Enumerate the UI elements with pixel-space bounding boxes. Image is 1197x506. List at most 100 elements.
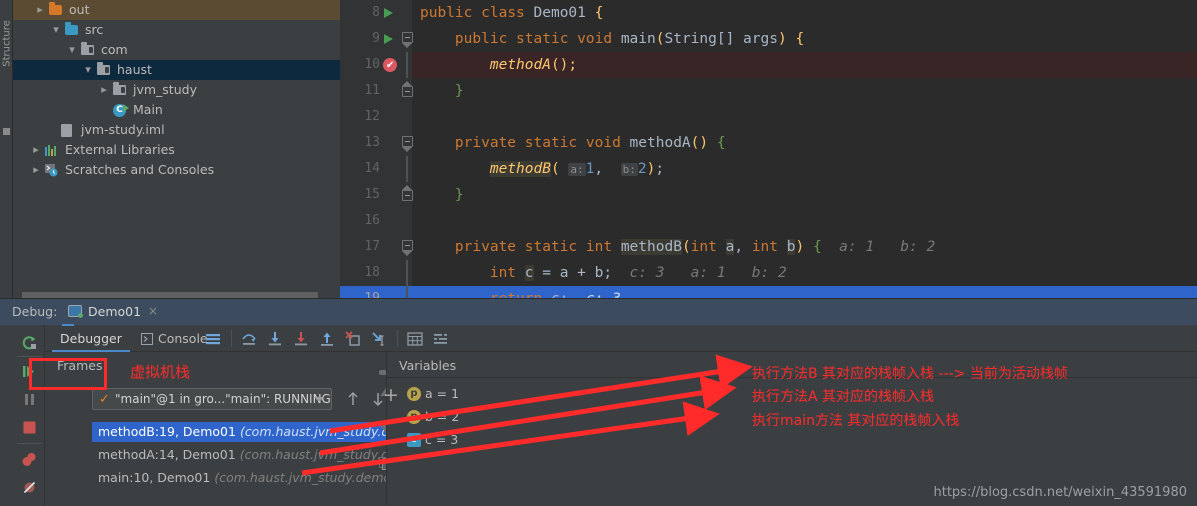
debug-left-toolbar[interactable] <box>13 325 45 506</box>
code-line-18[interactable]: int c = a + b; c: 3 a: 1 b: 2 <box>412 260 1197 286</box>
project-tree[interactable]: out src com haust jvm_study C Main <box>13 0 340 298</box>
variable-row-c[interactable]: c c = 3 <box>407 430 458 450</box>
code-line-17[interactable]: private static int methodB(int a, int b)… <box>412 234 1197 260</box>
chevron-right-icon[interactable] <box>99 80 109 100</box>
tree-item-src[interactable]: src <box>13 20 340 40</box>
run-gutter-icon[interactable] <box>384 8 393 18</box>
stop-icon[interactable] <box>21 419 38 436</box>
chevron-right-icon[interactable] <box>31 160 41 180</box>
frame-row-main[interactable]: main:10, Demo01 (com.haust.jvm_study.dem… <box>92 468 396 488</box>
fold-bar <box>406 260 408 286</box>
step-into-icon[interactable] <box>267 331 283 347</box>
frames-up-button[interactable] <box>345 390 361 408</box>
code-line-12[interactable] <box>412 104 1197 130</box>
thread-selector[interactable]: ✓ "main"@1 in gro..."main": RUNNING <box>92 388 332 410</box>
line-number: 16 <box>364 213 380 228</box>
debug-session-tab[interactable]: Demo01 × <box>62 299 158 326</box>
variable-row-b[interactable]: p b = 2 <box>407 407 459 427</box>
debug-panel[interactable]: Debug: Demo01 × Debugger Console Frames … <box>0 298 1197 506</box>
frame-row-methodA[interactable]: methodA:14, Demo01 (com.haust.jvm_study.… <box>92 445 421 465</box>
force-step-into-icon[interactable] <box>293 331 309 347</box>
pause-program-icon[interactable] <box>21 391 38 408</box>
frame-package: (com.haust.jvm_study.demo) <box>214 470 397 485</box>
line-number: 9 <box>372 31 380 46</box>
gutter-line: 11 <box>340 78 413 104</box>
line-number: 17 <box>364 239 380 254</box>
chevron-down-icon[interactable] <box>83 60 93 80</box>
structure-tool-label[interactable]: Structure <box>2 19 13 69</box>
line-number: 15 <box>364 187 380 202</box>
rerun-icon[interactable] <box>21 334 38 351</box>
evaluate-expression-icon[interactable] <box>407 331 423 347</box>
keyword: static <box>516 31 569 47</box>
chevron-right-icon[interactable] <box>31 140 41 160</box>
frames-pane[interactable]: Frames ✓ "main"@1 in gro..."main": RUNNI… <box>45 352 422 506</box>
tree-label: src <box>85 22 104 37</box>
divider <box>17 356 42 357</box>
frame-label: methodA:14, Demo01 <box>98 447 240 462</box>
chevron-down-icon[interactable] <box>67 40 77 60</box>
code-line-11[interactable]: } <box>412 78 1197 104</box>
keyword: public <box>454 31 508 47</box>
frame-row-methodB[interactable]: methodB:19, Demo01 (com.haust.jvm_study.… <box>92 422 422 442</box>
tree-item-com[interactable]: com <box>13 40 340 60</box>
line-number: 13 <box>364 135 380 150</box>
scratches-icon <box>45 164 58 177</box>
watermark: https://blog.csdn.net/weixin_43591980 <box>933 485 1187 500</box>
literal: 2 <box>637 161 647 177</box>
run-to-cursor-icon[interactable] <box>371 331 387 347</box>
chevron-down-icon[interactable] <box>314 397 324 402</box>
chevron-right-icon[interactable] <box>35 0 45 20</box>
tree-item-scratches[interactable]: Scratches and Consoles <box>13 160 340 180</box>
settings-icon[interactable] <box>433 331 449 347</box>
tree-item-jvm-study[interactable]: jvm_study <box>13 80 340 100</box>
method-call: methodA <box>489 57 551 73</box>
run-gutter-icon[interactable] <box>384 34 393 44</box>
chevron-down-icon[interactable] <box>51 20 61 40</box>
mute-breakpoints-icon[interactable] <box>21 479 38 496</box>
tree-item-iml[interactable]: jvm-study.iml <box>13 120 340 140</box>
keyword: void <box>577 31 613 47</box>
tree-item-out[interactable]: out <box>13 0 340 20</box>
code-line-10[interactable]: methodA(); <box>412 52 1197 78</box>
keyword: int <box>585 239 613 255</box>
method-name: main <box>620 31 656 47</box>
variable-row-a[interactable]: p a = 1 <box>407 384 459 404</box>
debug-session-icon <box>68 305 83 318</box>
drop-frame-icon[interactable] <box>345 331 361 347</box>
resume-program-icon[interactable] <box>21 363 38 380</box>
tree-item-external-libraries[interactable]: External Libraries <box>13 140 340 160</box>
tab-debugger[interactable]: Debugger <box>52 325 130 352</box>
tree-label: haust <box>117 62 152 77</box>
step-over-icon[interactable] <box>241 331 257 347</box>
tree-label: jvm-study.iml <box>81 122 165 137</box>
code-line-9[interactable]: public static void main(String[] args) { <box>412 26 1197 52</box>
add-watch-button[interactable]: + <box>383 384 399 406</box>
editor-gutter[interactable]: 8 9 10 11 12 13 14 15 16 17 18 19 <box>340 0 413 298</box>
tree-item-main-class[interactable]: C Main <box>13 100 340 120</box>
code-text-area[interactable]: public class Demo01 { public static void… <box>412 0 1197 298</box>
frames-title: Frames <box>57 358 103 373</box>
step-out-icon[interactable] <box>319 331 335 347</box>
code-line-14[interactable]: methodB( a: 1, b: 2); <box>412 156 1197 182</box>
keyword: return <box>490 291 542 298</box>
gutter-line: 16 <box>340 208 412 234</box>
keyword: class <box>481 5 525 21</box>
tree-label: External Libraries <box>65 142 175 157</box>
code-line-13[interactable]: private static void methodA() { <box>412 130 1197 156</box>
code-line-19[interactable]: return c; c: 3 <box>412 286 1197 298</box>
breakpoint-icon[interactable] <box>383 53 397 79</box>
show-execution-point-icon[interactable] <box>205 331 221 347</box>
line-number: 10 <box>364 57 380 72</box>
debugger-toolbar[interactable]: Debugger Console <box>45 325 1197 352</box>
close-icon[interactable]: × <box>148 304 158 318</box>
tree-label: Scratches and Consoles <box>65 162 215 177</box>
tree-item-haust[interactable]: haust <box>13 60 340 80</box>
code-line-8[interactable]: public class Demo01 { <box>412 0 1197 26</box>
variables-pane[interactable]: Variables + p a = 1 p b = 2 c c = 3 <box>383 352 1197 506</box>
view-breakpoints-icon[interactable] <box>21 451 38 468</box>
code-line-15[interactable]: } <box>412 182 1197 208</box>
code-editor[interactable]: 8 9 10 11 12 13 14 15 16 17 18 19 public… <box>340 0 1197 298</box>
parameter: String[] args <box>664 31 778 47</box>
code-line-16[interactable] <box>412 208 1197 234</box>
